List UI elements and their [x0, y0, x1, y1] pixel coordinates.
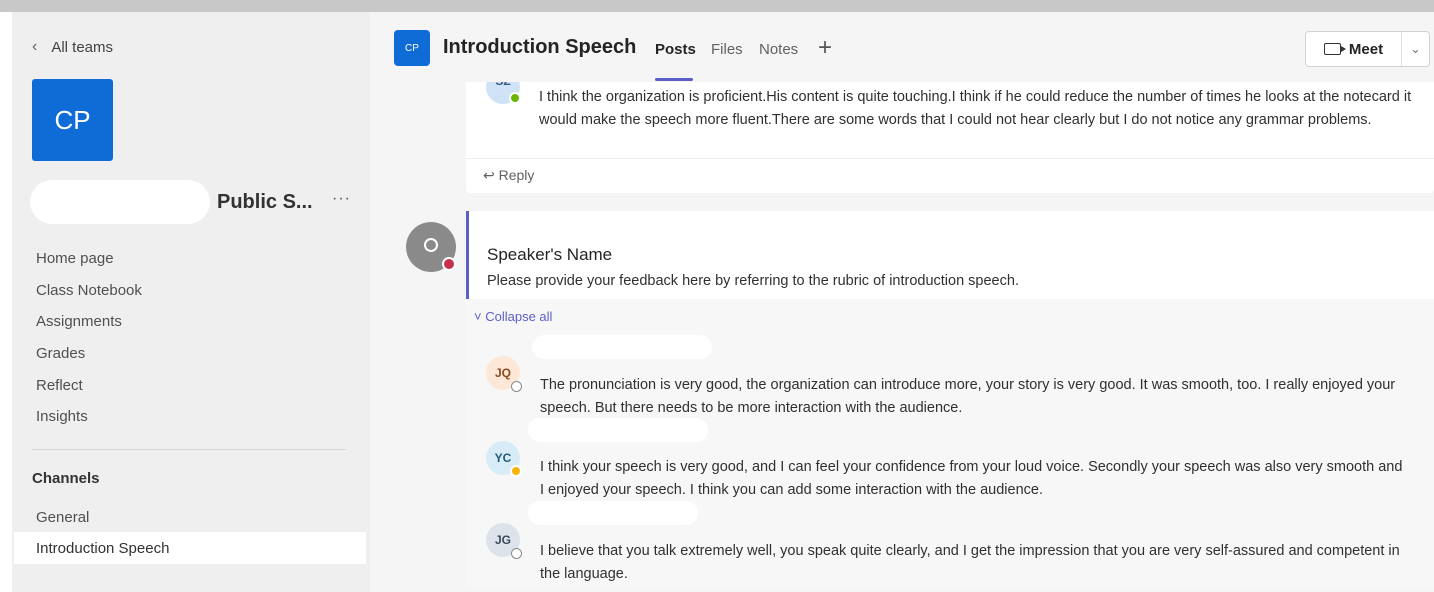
presence-offline-icon — [511, 548, 522, 559]
reply-button[interactable]: ↩ Reply — [483, 167, 534, 184]
collapse-all-button[interactable]: ˅ Collapse all — [474, 309, 552, 324]
page-title: Introduction Speech — [443, 36, 637, 58]
nav-item-grades[interactable]: Grades — [36, 343, 142, 375]
collapse-all-label: Collapse all — [485, 309, 553, 324]
team-sidebar: ‹ All teams CP Public S... ··· Home page… — [12, 12, 370, 592]
chevron-left-icon: ‹ — [32, 38, 38, 55]
presence-available-icon — [509, 92, 521, 104]
reply-text: The pronunciation is very good, the orga… — [540, 377, 1396, 416]
post-card: Speaker's Name Please provide your feedb… — [466, 211, 1434, 299]
channels-heading: Channels — [32, 470, 100, 487]
reply-label: Reply — [498, 167, 535, 183]
reply-thread: ˅ Collapse all JQ The pronunciation is v… — [466, 299, 1434, 587]
all-teams-link[interactable]: ‹ All teams — [32, 38, 113, 56]
redacted-author-name — [532, 335, 712, 359]
team-name[interactable]: Public S... — [217, 191, 313, 214]
presence-away-icon — [510, 465, 522, 477]
team-nav: Home page Class Notebook Assignments Gra… — [36, 248, 142, 438]
nav-item-reflect[interactable]: Reflect — [36, 375, 142, 407]
chevron-down-icon[interactable]: ⌄ — [1402, 42, 1429, 56]
tab-files[interactable]: Files — [711, 41, 743, 58]
video-camera-icon — [1323, 43, 1346, 55]
reply-arrow-icon: ↩ — [483, 167, 499, 183]
redacted-author-name — [528, 418, 708, 442]
window-top-border — [0, 0, 1434, 12]
meet-now-button[interactable]: Meet — [1306, 32, 1402, 66]
team-avatar: CP — [32, 79, 113, 161]
nav-item-insights[interactable]: Insights — [36, 406, 142, 438]
reply-text: I think your speech is very good, and I … — [540, 459, 1403, 498]
caret-down-icon: ˅ — [474, 309, 486, 324]
tab-notes[interactable]: Notes — [759, 41, 798, 58]
meet-button[interactable]: Meet ⌄ — [1305, 31, 1430, 67]
meet-label: Meet — [1348, 40, 1384, 58]
add-tab-icon[interactable]: + — [818, 34, 832, 62]
person-icon — [424, 238, 438, 252]
presence-busy-icon — [442, 257, 456, 271]
nav-item-class-notebook[interactable]: Class Notebook — [36, 280, 142, 312]
channel-general[interactable]: General — [36, 509, 89, 526]
all-teams-label: All teams — [51, 38, 114, 56]
sidebar-divider — [32, 449, 346, 450]
redacted-team-name — [30, 180, 210, 224]
active-tab-indicator — [655, 78, 693, 81]
message-text: I think the organization is proficient.H… — [539, 89, 1412, 128]
post-body: Please provide your feedback here by ref… — [487, 273, 1019, 289]
channel-avatar: CP — [394, 30, 430, 66]
more-options-icon[interactable]: ··· — [332, 190, 351, 208]
nav-item-home-page[interactable]: Home page — [36, 248, 142, 280]
reply-divider — [466, 158, 1434, 159]
redacted-author-name — [528, 501, 698, 525]
presence-offline-icon — [511, 381, 522, 392]
tab-posts[interactable]: Posts — [655, 41, 696, 58]
channel-header: CP Introduction Speech Posts Files Notes… — [370, 12, 1434, 82]
nav-item-assignments[interactable]: Assignments — [36, 311, 142, 343]
reply-text: I believe that you talk extremely well, … — [540, 543, 1400, 582]
post-title: Speaker's Name — [487, 245, 613, 264]
channel-main: SZ I think the organization is proficien… — [370, 12, 1434, 592]
channel-introduction-speech[interactable]: Introduction Speech — [36, 540, 169, 557]
